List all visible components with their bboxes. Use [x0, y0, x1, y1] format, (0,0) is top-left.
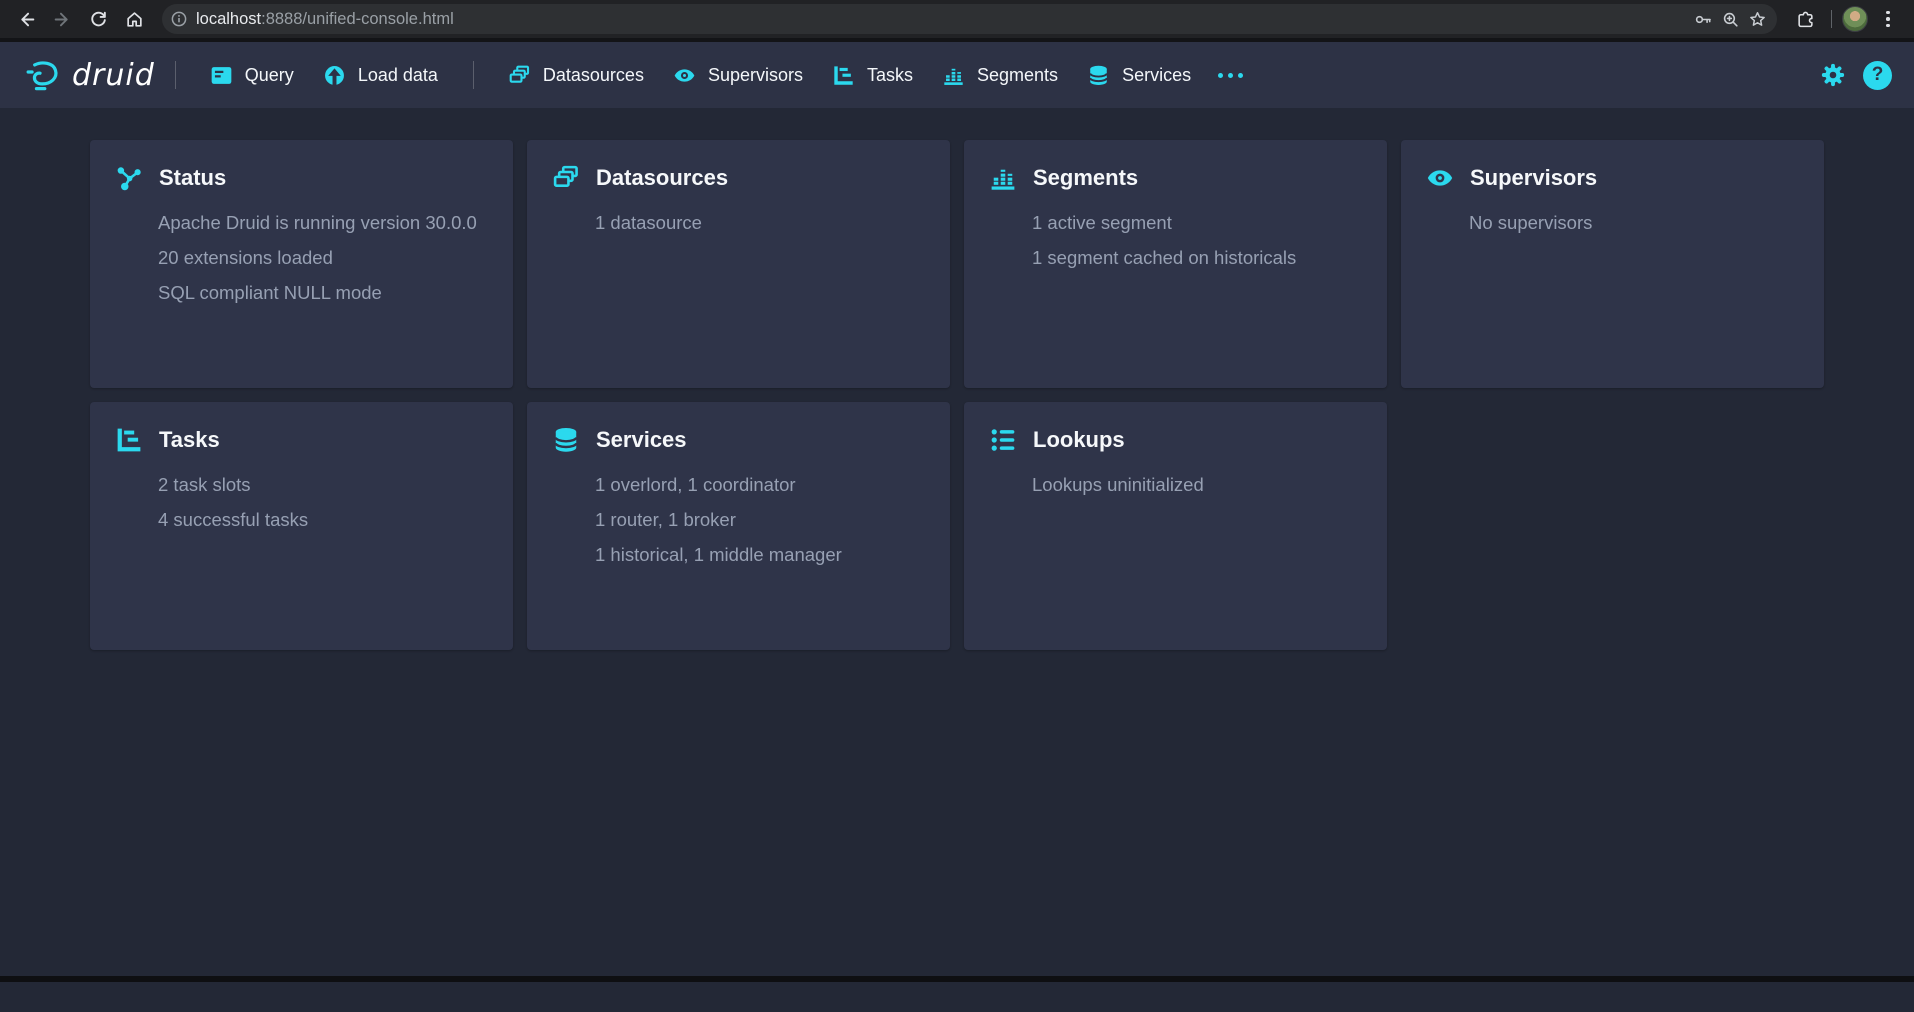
url-host: localhost	[196, 10, 261, 28]
nav-item-label: Tasks	[867, 65, 913, 86]
ellipsis-icon	[1218, 53, 1243, 97]
eye-icon	[674, 65, 695, 86]
nav-item-supervisors[interactable]: Supervisors	[659, 53, 818, 97]
nav-more-button[interactable]	[1206, 53, 1255, 97]
nav-item-label: Query	[245, 65, 294, 86]
extensions-puzzle-icon[interactable]	[1789, 3, 1821, 35]
cards-grid: Status Apache Druid is running version 3…	[90, 140, 1824, 650]
druid-logo[interactable]: druid	[24, 56, 155, 94]
arrow-right-icon	[53, 10, 72, 29]
browser-home-button[interactable]	[118, 3, 150, 35]
card-title: Lookups	[1033, 427, 1125, 453]
card-title: Services	[596, 427, 687, 453]
card-line: No supervisors	[1469, 205, 1798, 240]
window-bottom-edge	[0, 976, 1914, 982]
address-bar[interactable]: localhost:8888/unified-console.html	[162, 4, 1777, 34]
card-line: 1 overlord, 1 coordinator	[595, 467, 924, 502]
card-services[interactable]: Services 1 overlord, 1 coordinator 1 rou…	[527, 402, 950, 650]
card-line: 1 router, 1 broker	[595, 502, 924, 537]
gantt-chart-icon	[833, 65, 854, 86]
nav-item-services[interactable]: Services	[1073, 53, 1206, 97]
card-line: Apache Druid is running version 30.0.0	[158, 205, 487, 240]
nav-item-load-data[interactable]: Load data	[309, 53, 453, 97]
browser-reload-button[interactable]	[82, 3, 114, 35]
nav-item-label: Services	[1122, 65, 1191, 86]
card-line: 4 successful tasks	[158, 502, 487, 537]
card-datasources[interactable]: Datasources 1 datasource	[527, 140, 950, 388]
page-info-icon[interactable]	[170, 10, 188, 28]
card-segments[interactable]: Segments 1 active segment 1 segment cach…	[964, 140, 1387, 388]
browser-forward-button[interactable]	[46, 3, 78, 35]
card-line: 20 extensions loaded	[158, 240, 487, 275]
grouped-bars-icon	[943, 65, 964, 86]
card-line: 1 active segment	[1032, 205, 1361, 240]
home-view: Status Apache Druid is running version 3…	[0, 108, 1914, 976]
nav-item-label: Load data	[358, 65, 438, 86]
druid-logo-text: druid	[72, 58, 155, 93]
home-icon	[125, 10, 144, 29]
layers-icon	[509, 65, 530, 86]
druid-navbar: druid Query Load data Datasources Superv…	[0, 42, 1914, 108]
help-button[interactable]: ?	[1863, 61, 1892, 90]
gantt-chart-icon	[116, 427, 142, 453]
card-title: Tasks	[159, 427, 220, 453]
zoom-in-icon[interactable]	[1721, 10, 1740, 29]
card-tasks[interactable]: Tasks 2 task slots 4 successful tasks	[90, 402, 513, 650]
nav-item-tasks[interactable]: Tasks	[818, 53, 928, 97]
database-icon	[553, 427, 579, 453]
card-line: 2 task slots	[158, 467, 487, 502]
browser-menu-button[interactable]	[1872, 3, 1904, 35]
question-mark-icon: ?	[1872, 64, 1884, 86]
navbar-divider	[473, 61, 474, 89]
toolbar-divider	[1831, 10, 1832, 28]
database-icon	[1088, 65, 1109, 86]
grouped-bars-icon	[990, 165, 1016, 191]
settings-button[interactable]	[1821, 63, 1845, 87]
card-title: Segments	[1033, 165, 1138, 191]
card-title: Datasources	[596, 165, 728, 191]
properties-list-icon	[990, 427, 1016, 453]
card-line: 1 segment cached on historicals	[1032, 240, 1361, 275]
nav-item-label: Datasources	[543, 65, 644, 86]
url-text: localhost:8888/unified-console.html	[196, 10, 454, 29]
browser-toolbar: localhost:8888/unified-console.html	[0, 0, 1914, 38]
upload-circle-icon	[324, 65, 345, 86]
graph-icon	[116, 165, 142, 191]
url-path: :8888/unified-console.html	[261, 10, 454, 28]
eye-icon	[1427, 165, 1453, 191]
card-line: 1 historical, 1 middle manager	[595, 537, 924, 572]
card-lookups[interactable]: Lookups Lookups uninitialized	[964, 402, 1387, 650]
profile-avatar[interactable]	[1842, 6, 1868, 32]
nav-item-label: Supervisors	[708, 65, 803, 86]
card-line: SQL compliant NULL mode	[158, 275, 487, 310]
nav-item-datasources[interactable]: Datasources	[494, 53, 659, 97]
application-icon	[211, 65, 232, 86]
card-line: Lookups uninitialized	[1032, 467, 1361, 502]
nav-item-segments[interactable]: Segments	[928, 53, 1073, 97]
layers-icon	[553, 165, 579, 191]
card-line: 1 datasource	[595, 205, 924, 240]
card-status[interactable]: Status Apache Druid is running version 3…	[90, 140, 513, 388]
bookmark-star-icon[interactable]	[1748, 10, 1767, 29]
card-supervisors[interactable]: Supervisors No supervisors	[1401, 140, 1824, 388]
navbar-divider	[175, 61, 176, 89]
reload-icon	[89, 10, 108, 29]
nav-item-label: Segments	[977, 65, 1058, 86]
druid-logo-icon	[24, 56, 62, 94]
browser-back-button[interactable]	[10, 3, 42, 35]
gear-icon	[1821, 63, 1845, 87]
arrow-left-icon	[17, 10, 36, 29]
card-title: Supervisors	[1470, 165, 1597, 191]
nav-item-query[interactable]: Query	[196, 53, 309, 97]
password-key-icon[interactable]	[1694, 10, 1713, 29]
kebab-menu-icon	[1878, 11, 1898, 28]
card-title: Status	[159, 165, 226, 191]
